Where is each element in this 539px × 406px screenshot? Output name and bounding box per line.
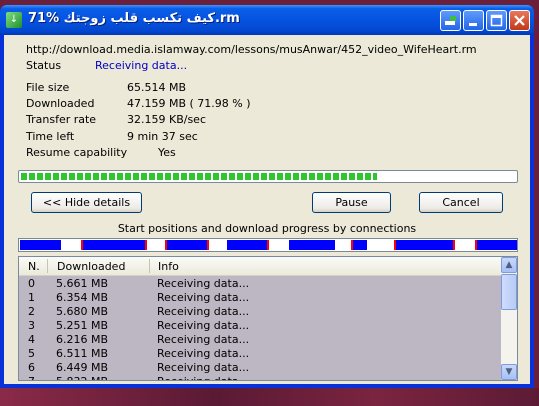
window-client-area: http://download.media.islamway.com/lesso… (4, 35, 530, 384)
connection-start-marker (81, 240, 83, 250)
idm-arrow-icon: ↓ (6, 12, 22, 28)
column-header-n[interactable]: N. (28, 260, 40, 273)
download-url: http://download.media.islamway.com/lesso… (26, 43, 477, 56)
column-header-downloaded[interactable]: Downloaded (57, 260, 125, 273)
minimize-button[interactable] (463, 10, 484, 31)
maximize-button[interactable] (486, 10, 507, 31)
table-row[interactable]: 5 6.511 MB Receiving data... (19, 347, 503, 361)
title-bar[interactable]: ↓ 71% كيف تكسب قلب زوجتك.rm (0, 5, 534, 35)
cell-n: 4 (28, 333, 35, 346)
minimize-icon (469, 23, 477, 26)
pause-button[interactable]: Pause (312, 192, 391, 213)
cell-n: 0 (28, 277, 35, 290)
downloaded-value: 47.159 MB ( 71.98 % ) (127, 97, 251, 110)
scrollbar-thumb[interactable] (501, 274, 517, 310)
status-label: Status (26, 59, 62, 72)
cell-downloaded: 5.680 MB (56, 305, 109, 318)
cell-downloaded: 6.354 MB (56, 291, 109, 304)
download-progress-bar (18, 170, 518, 183)
connections-progress-bar (18, 238, 518, 252)
column-divider[interactable] (47, 259, 48, 273)
list-header: N. Downloaded Info (19, 257, 503, 276)
cell-info: Receiving data... (157, 375, 249, 380)
desktop-background (0, 388, 539, 406)
connections-list[interactable]: N. Downloaded Info 0 5.661 MB Receiving da… (18, 256, 518, 381)
maximize-icon (490, 14, 503, 27)
cancel-button[interactable]: Cancel (419, 192, 503, 213)
cell-info: Receiving data... (157, 361, 250, 374)
cell-downloaded: 6.216 MB (56, 333, 109, 346)
cell-info: Receiving data... (157, 347, 250, 360)
connection-progress-segment (394, 240, 453, 250)
table-row[interactable]: 6 6.449 MB Receiving data... (19, 361, 503, 375)
cell-n: 6 (28, 361, 35, 374)
cell-downloaded: 5.251 MB (56, 319, 109, 332)
window-title: 71% كيف تكسب قلب زوجتك.rm (28, 11, 240, 26)
transfer-rate-value: 32.159 KB/sec (127, 113, 206, 126)
time-left-value: 9 min 37 sec (127, 130, 198, 143)
cell-info: Receiving data... (157, 277, 250, 290)
table-row[interactable]: 3 5.251 MB Receiving data... (19, 319, 503, 333)
hide-details-button[interactable]: << Hide details (31, 192, 142, 213)
status-value: Receiving data... (95, 59, 188, 72)
connection-progress-segment (82, 240, 145, 250)
connection-start-marker (453, 240, 455, 250)
connection-progress-segment (227, 240, 267, 250)
connection-start-marker (351, 240, 353, 250)
cell-downloaded: 6.449 MB (56, 361, 109, 374)
tray-icon (445, 16, 456, 25)
cell-info: Receiving data... (157, 319, 250, 332)
connection-progress-segment (20, 240, 61, 250)
table-row[interactable]: 4 6.216 MB Receiving data... (19, 333, 503, 347)
resume-capability-label: Resume capability (26, 146, 128, 159)
cell-info: Receiving data... (157, 333, 250, 346)
connection-start-marker (475, 240, 477, 250)
connection-progress-segment (351, 240, 367, 250)
chevron-down-icon[interactable]: ▼ (501, 364, 517, 380)
table-row[interactable]: 1 6.354 MB Receiving data... (19, 291, 503, 305)
close-button[interactable] (509, 10, 530, 31)
vertical-scrollbar[interactable]: ▲ ▼ (501, 257, 517, 380)
cell-n: 7 (28, 375, 35, 380)
connection-start-marker (207, 240, 209, 250)
downloaded-label: Downloaded (26, 97, 95, 110)
table-row[interactable]: 2 5.680 MB Receiving data... (19, 305, 503, 319)
cell-info: Receiving data... (157, 291, 250, 304)
cell-downloaded: 5.661 MB (56, 277, 109, 290)
cell-n: 5 (28, 347, 35, 360)
time-left-label: Time left (26, 130, 75, 143)
connection-start-marker (165, 240, 167, 250)
column-header-info[interactable]: Info (158, 260, 179, 273)
connection-progress-segment (289, 240, 335, 250)
connection-progress-segment (475, 240, 517, 250)
connection-start-marker (267, 240, 269, 250)
download-progress-fill (21, 173, 377, 180)
cell-downloaded: 5.832 MB (56, 375, 108, 380)
close-icon (514, 15, 525, 26)
file-size-label: File size (26, 81, 70, 94)
table-row[interactable]: 0 5.661 MB Receiving data... (19, 277, 503, 291)
cell-n: 3 (28, 319, 35, 332)
connections-title: Start positions and download progress by… (117, 222, 417, 235)
chevron-up-icon[interactable]: ▲ (501, 257, 517, 273)
connection-progress-segment (165, 240, 207, 250)
cell-n: 1 (28, 291, 35, 304)
minimize-to-tray-button[interactable] (440, 10, 461, 31)
connection-start-marker (145, 240, 147, 250)
cell-info: Receiving data... (157, 305, 250, 318)
connection-start-marker (394, 240, 396, 250)
column-divider[interactable] (149, 259, 150, 273)
cell-n: 2 (28, 305, 35, 318)
download-progress-window: ↓ 71% كيف تكسب قلب زوجتك.rm http://downl… (0, 5, 534, 388)
resume-capability-value: Yes (158, 146, 176, 159)
cell-downloaded: 6.511 MB (56, 347, 109, 360)
file-size-value: 65.514 MB (127, 81, 187, 94)
table-row[interactable]: 7 5.832 MB Receiving data... (19, 375, 503, 380)
transfer-rate-label: Transfer rate (26, 113, 97, 126)
